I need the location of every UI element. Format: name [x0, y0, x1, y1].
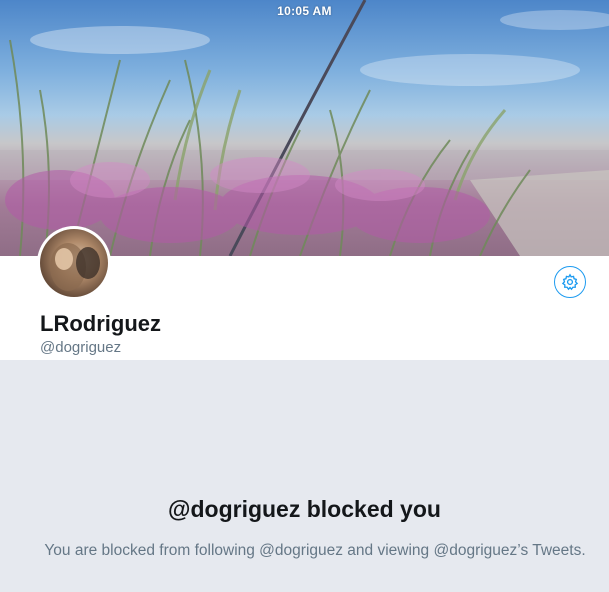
profile-handle: @dogriguez [40, 339, 122, 356]
gear-icon [561, 273, 579, 291]
status-bar-time: 10:05 AM [277, 4, 332, 18]
blocked-message: You are blocked from following @dogrigue… [44, 542, 586, 559]
avatar-image [40, 229, 108, 297]
profile-display-name: LRodriguez [40, 311, 161, 336]
avatar-graphic [50, 243, 100, 291]
avatar[interactable] [37, 226, 111, 300]
banner-grass-graphic [0, 0, 609, 256]
settings-button[interactable] [554, 266, 586, 298]
blocked-title: @dogriguez blocked you [168, 496, 441, 522]
profile-banner: 10:05 AM [0, 0, 609, 256]
